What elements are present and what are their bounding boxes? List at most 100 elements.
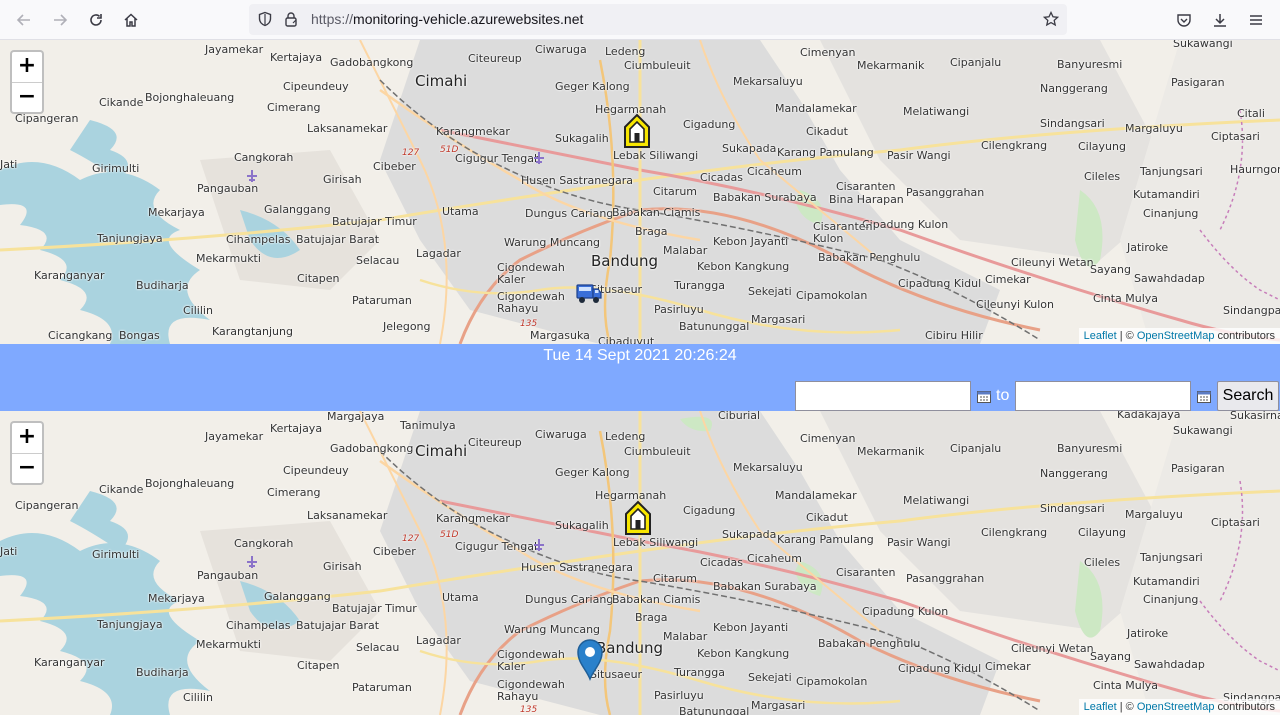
place-label: Warung Muncang (504, 623, 601, 636)
place-label: Cigadung (683, 118, 736, 131)
place-label: Cibiru Hilir (925, 329, 983, 342)
place-label: Cikande (99, 96, 144, 109)
place-label: Jati (0, 545, 18, 558)
location-pin-icon[interactable] (576, 637, 604, 681)
search-button[interactable]: Search (1217, 381, 1279, 411)
zoom-in-button[interactable]: + (12, 423, 42, 453)
place-label: Cilengkrang (981, 526, 1048, 539)
place-label: Mekarmukti (196, 638, 261, 651)
place-label: Kertajaya (270, 51, 323, 64)
zoom-out-button[interactable]: − (12, 453, 42, 483)
place-label: Lagadar (416, 634, 461, 647)
place-label: Sindangsari (1040, 502, 1105, 515)
place-label: Cimahi (415, 442, 468, 460)
home-marker-icon[interactable] (622, 112, 652, 150)
place-label: Cinta Mulya (1093, 292, 1159, 305)
place-label: Pasir Wangi (887, 149, 951, 162)
download-icon[interactable] (1206, 6, 1234, 34)
calendar-icon[interactable] (977, 390, 991, 403)
leaflet-link[interactable]: Leaflet (1084, 330, 1117, 342)
zoom-in-button[interactable]: + (12, 52, 42, 82)
osm-link[interactable]: OpenStreetMap (1137, 330, 1215, 342)
place-label: Sukapada (722, 142, 777, 155)
place-label: Karangmekar (436, 512, 510, 525)
place-label: Cicangkang (48, 329, 113, 342)
place-label: Cipadung Kulon (862, 605, 949, 618)
road-shield: 51D (440, 145, 459, 155)
map-bottom[interactable]: Margajaya Tanimulya Ciburial Kadakajaya … (0, 411, 1280, 715)
airport-icon (534, 152, 544, 164)
back-icon[interactable] (10, 6, 38, 34)
place-label: Pasigaran (1171, 462, 1225, 475)
place-label: Ciburial (718, 411, 761, 422)
lock-icon[interactable] (283, 11, 299, 27)
place-label: Batujajar Timur (332, 602, 417, 615)
calendar-icon[interactable] (1197, 390, 1211, 403)
place-label: Bandung (591, 252, 659, 270)
place-label: Sukagalih (555, 132, 609, 145)
leaflet-link[interactable]: Leaflet (1084, 701, 1117, 713)
place-label: Cihampelas (226, 619, 291, 632)
place-label: Cilengkrang (981, 139, 1048, 152)
place-label: Cihampelas (226, 233, 291, 246)
place-label: Cinanjung (1143, 207, 1199, 220)
place-label: Galanggang (264, 590, 331, 603)
home-icon[interactable] (117, 6, 145, 34)
map-top[interactable]: Jayamekar Kertajaya Gadobangkong Cimahi … (0, 40, 1280, 344)
place-label: Geger Kalong (555, 80, 630, 93)
place-label: Turangga (674, 666, 725, 679)
forward-icon[interactable] (46, 6, 74, 34)
from-date-input[interactable] (795, 381, 971, 411)
place-label: Sindangpako (1223, 304, 1280, 317)
place-label: Cipadung Kulon (862, 218, 949, 231)
place-label: Cimerang (267, 101, 321, 114)
to-label: to (996, 387, 1010, 404)
place-label: Kertajaya (270, 422, 323, 435)
place-label: Malabar (663, 244, 708, 257)
place-label: Girimulti (92, 162, 140, 175)
place-label: Citeureup (468, 436, 522, 449)
place-label: Ciptasari (1211, 130, 1260, 143)
place-label: Lagadar (416, 247, 461, 260)
osm-link[interactable]: OpenStreetMap (1137, 701, 1215, 713)
zoom-out-button[interactable]: − (12, 82, 42, 112)
place-label: Tanimulya (400, 419, 456, 432)
zoom-control: + − (10, 50, 44, 114)
attribution-suffix: contributors (1214, 701, 1275, 713)
reload-icon[interactable] (82, 6, 110, 34)
place-label: Girisah (323, 173, 362, 186)
shield-icon[interactable] (257, 11, 273, 27)
place-label: Jelegong (383, 320, 431, 333)
place-label: Sayang (1090, 263, 1131, 276)
place-label: Mekarsaluyu (733, 461, 803, 474)
place-label: Sukasirna (1230, 411, 1280, 422)
place-label: Tanjungjaya (97, 232, 163, 245)
to-date-input[interactable] (1015, 381, 1191, 411)
place-label: Margaluyu (1125, 508, 1183, 521)
place-label: Cimahi (415, 72, 468, 90)
place-label: Cikadut (806, 125, 848, 138)
place-label: Cililin (183, 304, 213, 317)
place-label: Cilayung (1078, 526, 1126, 539)
place-label: Gadobangkong (330, 442, 414, 455)
place-label: Ciwaruga (535, 428, 587, 441)
pocket-icon[interactable] (1170, 6, 1198, 34)
url-bar[interactable]: https://monitoring-vehicle.azurewebsites… (249, 4, 1067, 35)
road-shield: 127 (402, 534, 420, 544)
place-label: Gadobangkong (330, 56, 414, 69)
road-shield: 135 (520, 705, 538, 715)
menu-icon[interactable] (1242, 6, 1270, 34)
url-text[interactable]: https://monitoring-vehicle.azurewebsites… (311, 11, 583, 27)
truck-marker-icon[interactable] (576, 280, 602, 306)
place-label: Kebon Kangkung (697, 260, 790, 273)
place-label: Sukapada (722, 528, 777, 541)
place-label: Citarum (653, 572, 697, 585)
place-label: Babakan Penghulu (818, 251, 921, 264)
place-label: Bina Harapan (829, 193, 904, 206)
place-label: Cigondewah Kaler (497, 261, 565, 286)
star-icon[interactable] (1043, 11, 1059, 27)
home-marker-icon[interactable] (623, 499, 653, 537)
place-label: Laksanamekar (307, 509, 388, 522)
place-label: Cipanjalu (950, 56, 1002, 69)
place-label: Lebak Siliwangi (613, 149, 699, 162)
